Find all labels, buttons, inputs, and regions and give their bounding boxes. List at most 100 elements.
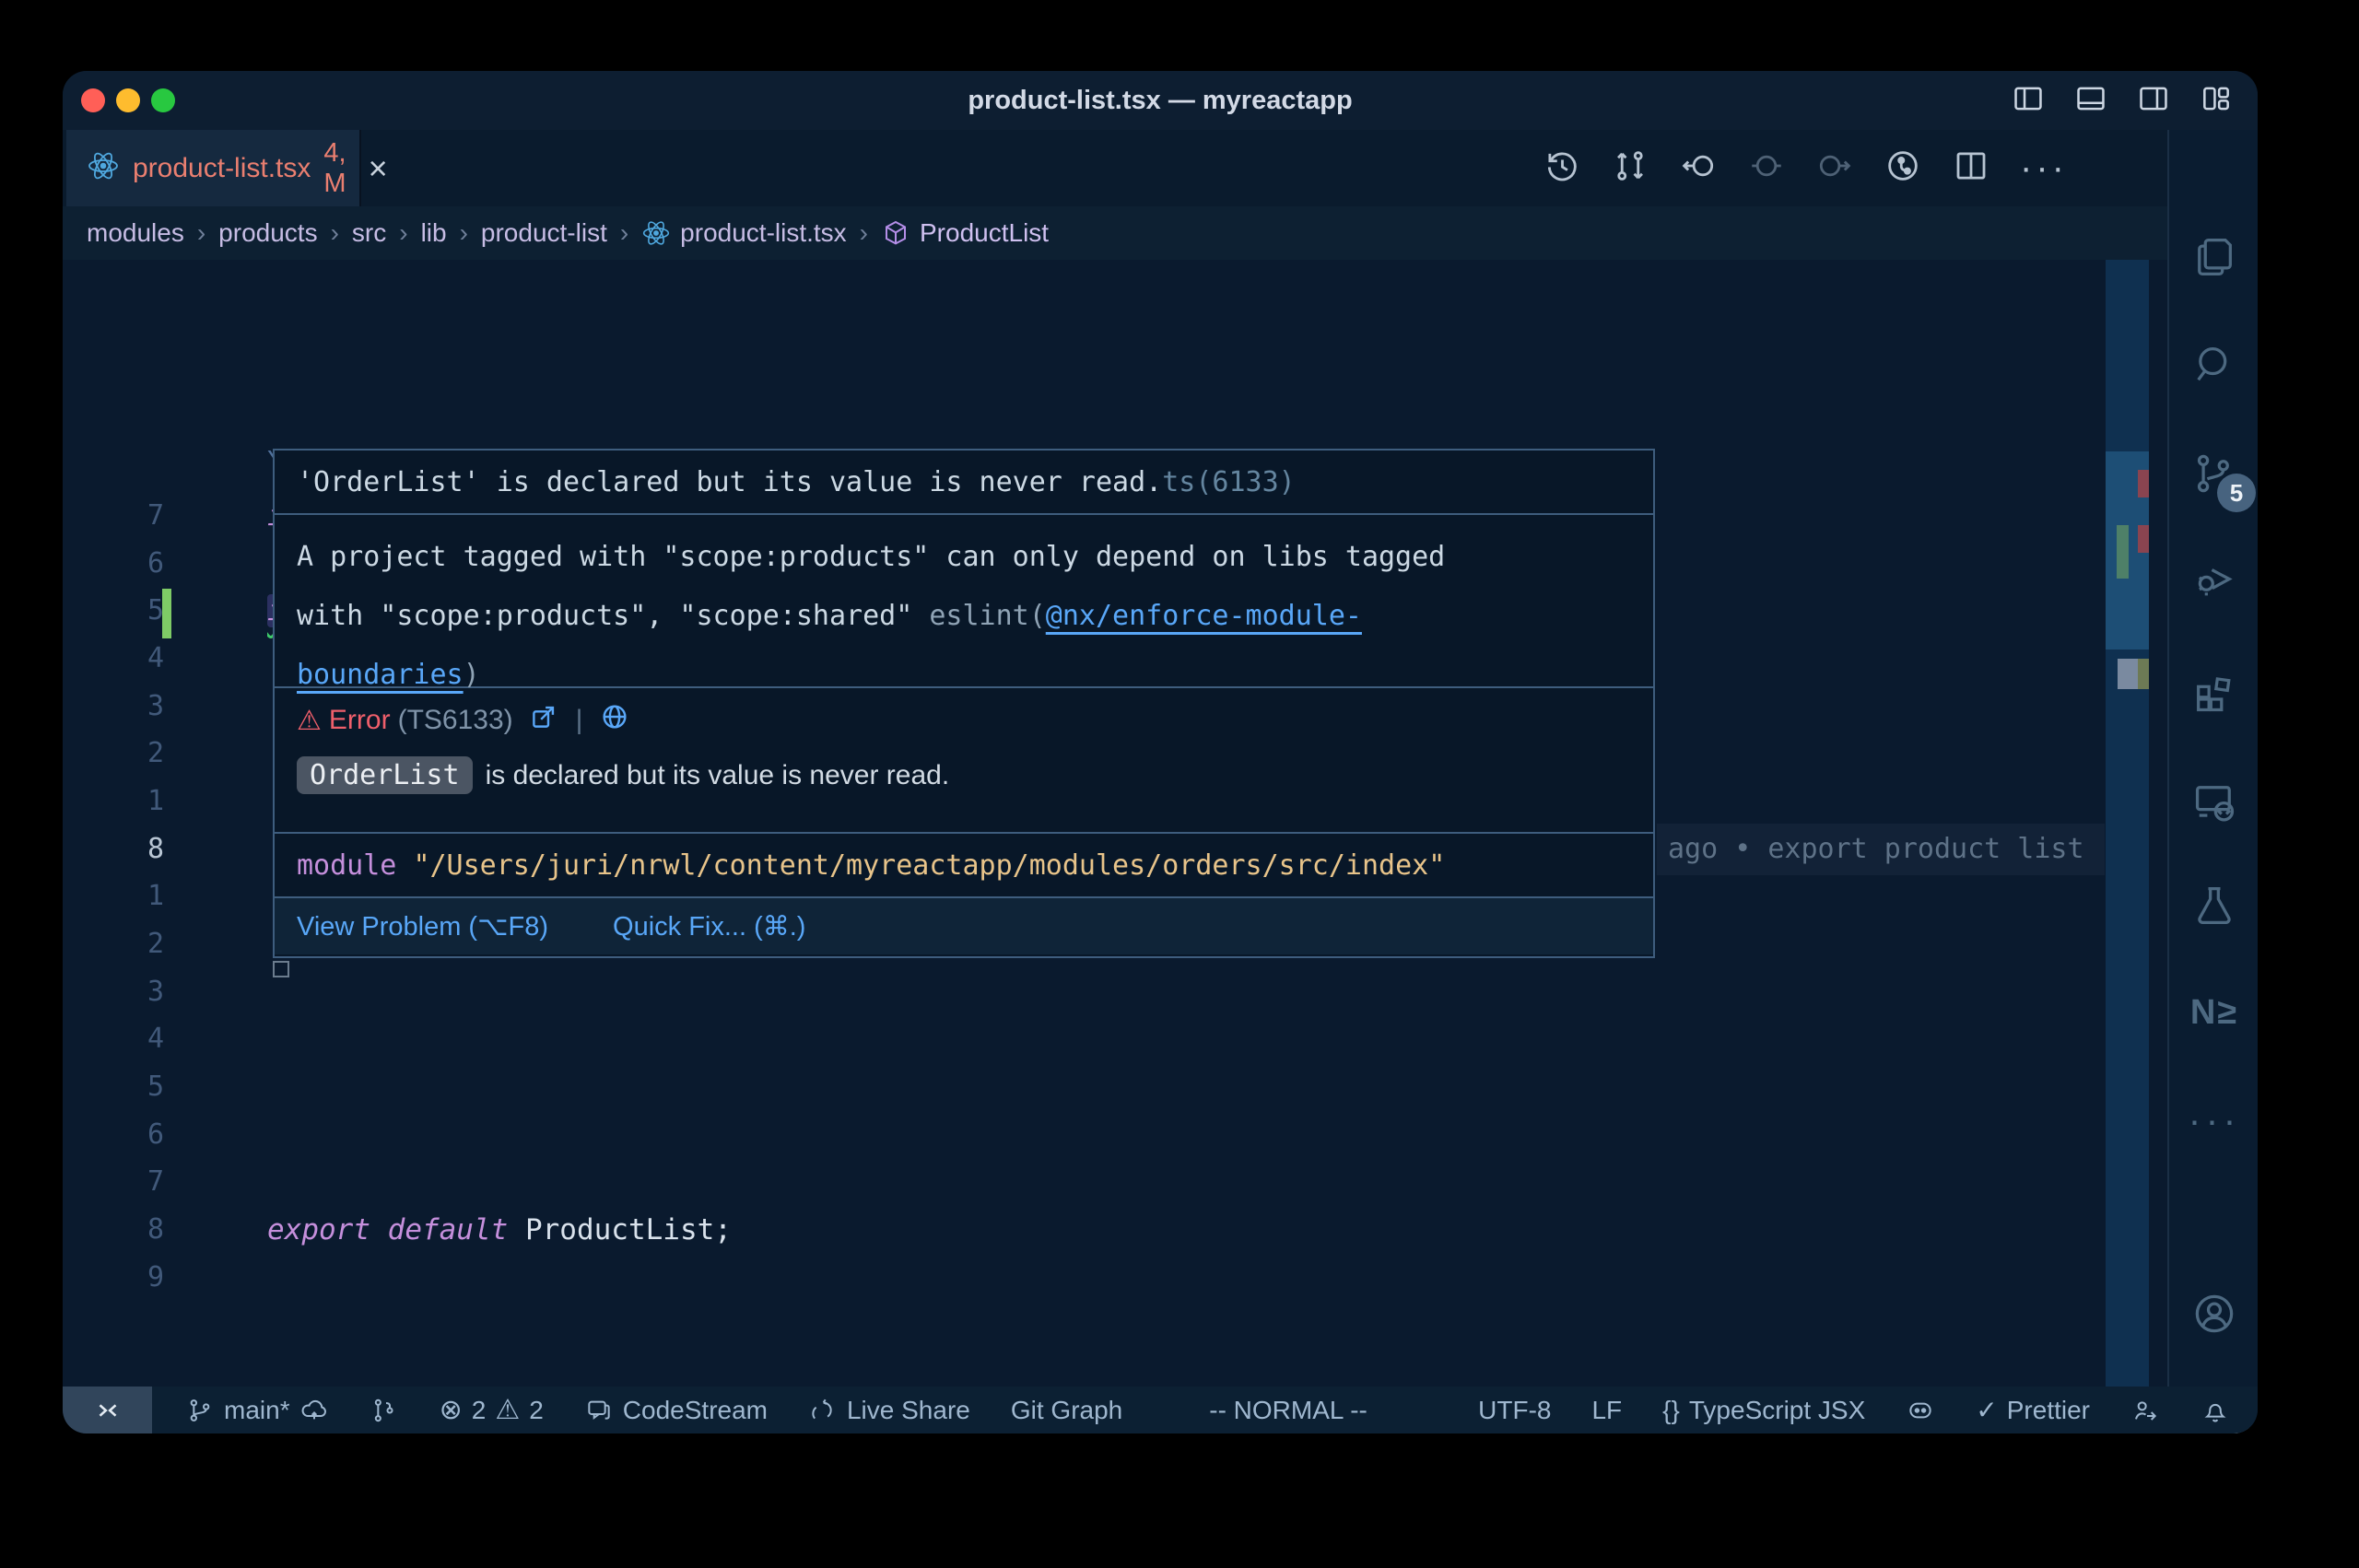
gutter-line-number: 6 [63, 1111, 164, 1159]
view-problem-action[interactable]: View Problem (⌥F8) [297, 910, 548, 942]
module-path-section: module "/Users/juri/nrwl/content/myreact… [275, 832, 1653, 896]
tab-close-icon[interactable]: × [369, 152, 388, 185]
gitgraph-status[interactable]: Git Graph [1011, 1396, 1122, 1425]
errors-icon: ⊗ [440, 1394, 463, 1426]
breadcrumb-separator: › [197, 218, 205, 248]
scm-badge: 5 [2217, 474, 2256, 512]
gutter-line-number: 5 [63, 1063, 164, 1111]
copilot-icon[interactable] [1906, 1396, 1935, 1425]
quick-fix-action[interactable]: Quick Fix... (⌘.) [613, 910, 805, 942]
liveshare-status[interactable]: Live Share [808, 1396, 970, 1425]
notifications-bell-icon[interactable] [2201, 1396, 2230, 1425]
screen: product-list.tsx — myreactapp product-li… [0, 0, 2359, 1568]
separator: | [576, 705, 583, 736]
react-icon [87, 149, 120, 187]
extensions-icon[interactable] [2169, 644, 2258, 736]
breadcrumb-item-ProductList[interactable]: ProductList [881, 218, 1049, 248]
codestream-status[interactable]: CodeStream [584, 1396, 768, 1425]
encoding-status[interactable]: UTF-8 [1478, 1396, 1551, 1425]
gutter-line-number: 2 [63, 920, 164, 968]
gutter-line-number: 3 [63, 968, 164, 1016]
open-previous-change-icon[interactable] [1679, 146, 1718, 190]
test-beaker-icon[interactable] [2169, 860, 2258, 952]
warning-count: 2 [529, 1396, 544, 1425]
overview-error-mark [2138, 470, 2149, 497]
module-path: "/Users/juri/nrwl/content/myreactapp/mod… [413, 849, 1445, 882]
titlebar: product-list.tsx — myreactapp [63, 71, 2258, 130]
eslint-message-line2: with "scope:products", "scope:shared" es… [297, 587, 1631, 646]
tab-label: product-list.tsx [133, 153, 311, 184]
source-control-icon[interactable]: 5 [2169, 427, 2258, 520]
git-branch-status[interactable]: main* [185, 1396, 329, 1425]
git-blame-icon[interactable] [1884, 146, 1922, 190]
breadcrumb-item-product-list[interactable]: product-list [481, 218, 607, 248]
breadcrumb-separator: › [399, 218, 407, 248]
gitlens-compare-icon[interactable] [370, 1396, 399, 1425]
error-code: (TS6133) [398, 705, 513, 736]
more-views-icon[interactable]: ··· [2169, 1074, 2258, 1166]
gutter-line-number-current: 8 [63, 825, 164, 873]
vim-mode-status[interactable]: -- NORMAL -- [1209, 1396, 1367, 1425]
ts-diagnostic-message: 'OrderList' is declared but its value is… [297, 466, 1162, 498]
breadcrumb-item-products[interactable]: products [218, 218, 317, 248]
eslint-message-line1: A project tagged with "scope:products" c… [297, 528, 1631, 587]
more-actions-icon[interactable]: ··· [2020, 130, 2068, 206]
gutter-line-number: 5 [63, 587, 164, 635]
language-mode-status[interactable]: {} TypeScript JSX [1662, 1396, 1865, 1425]
module-keyword: module [297, 849, 396, 882]
account-icon[interactable] [2169, 1268, 2258, 1360]
error-detail-section: ⚠ Error (TS6133) | OrderList is declared… [275, 686, 1653, 832]
eslint-rule-link[interactable]: boundaries [297, 659, 464, 691]
compare-changes-icon[interactable] [1611, 146, 1649, 190]
eslint-diagnostic-section: A project tagged with "scope:products" c… [275, 513, 1653, 686]
remote-indicator[interactable] [63, 1387, 152, 1433]
feedback-icon[interactable] [2130, 1396, 2160, 1425]
gutter-line-number: 8 [63, 1206, 164, 1254]
vertical-scrollbar-track[interactable] [2106, 260, 2149, 1387]
layout-controls [2011, 71, 2234, 130]
customize-layout-icon[interactable] [2199, 81, 2234, 121]
breadcrumb-separator: › [860, 218, 868, 248]
overview-added-mark [2117, 525, 2129, 579]
breadcrumb-item-lib[interactable]: lib [421, 218, 447, 248]
error-count: 2 [472, 1396, 487, 1425]
breadcrumb-item-src[interactable]: src [352, 218, 386, 248]
problems-status[interactable]: ⊗ 2 ⚠ 2 [440, 1394, 544, 1426]
editor-actions: ··· [1543, 130, 2068, 206]
cloud-upload-icon [299, 1396, 329, 1425]
timeline-history-icon[interactable] [1543, 146, 1581, 190]
search-icon[interactable] [2169, 319, 2258, 411]
error-description-row: OrderList is declared but its value is n… [297, 756, 1631, 794]
tab-product-list[interactable]: product-list.tsx 4, M × [66, 130, 361, 206]
debug-icon[interactable] [2169, 533, 2258, 626]
activity-bar: 5 N≥ ··· ⚙ 1 [2167, 130, 2258, 1387]
overview-error-mark [2138, 525, 2149, 553]
code-line[interactable]: export default ProductList; [267, 1206, 732, 1254]
remote-explorer-icon[interactable] [2169, 756, 2258, 848]
error-hover-popup: 'OrderList' is declared but its value is… [273, 449, 1655, 958]
overview-warning-mark [2138, 659, 2149, 689]
eslint-rule-prefix: eslint( [929, 600, 1045, 632]
toggle-bottom-panel-icon[interactable] [2073, 81, 2108, 121]
nx-console-icon[interactable]: N≥ [2169, 966, 2258, 1059]
open-error-docs-icon[interactable] [528, 701, 559, 740]
breadcrumb-separator: › [331, 218, 339, 248]
breadcrumb-item-product-list.tsx[interactable]: product-list.tsx [641, 218, 847, 248]
prettier-status[interactable]: ✓ Prettier [1976, 1395, 2090, 1425]
eol-status[interactable]: LF [1591, 1396, 1622, 1425]
toggle-left-sidebar-icon[interactable] [2011, 81, 2046, 121]
toggle-right-sidebar-icon[interactable] [2136, 81, 2171, 121]
gutter-line-number: 4 [63, 635, 164, 683]
globe-icon[interactable] [599, 701, 630, 740]
breadcrumb-separator: › [460, 218, 468, 248]
check-icon: ✓ [1976, 1395, 1997, 1425]
eslint-rule-link[interactable]: @nx/enforce-module- [1046, 600, 1362, 632]
breadcrumb-item-modules[interactable]: modules [87, 218, 184, 248]
next-change-disabled-icon [1815, 146, 1854, 190]
gutter-line-number: 7 [63, 492, 164, 540]
split-editor-icon[interactable] [1952, 146, 1990, 190]
explorer-icon[interactable] [2169, 211, 2258, 303]
popup-resize-grip[interactable] [273, 961, 289, 977]
breadcrumb-separator: › [620, 218, 628, 248]
previous-change-disabled-icon [1747, 146, 1786, 190]
